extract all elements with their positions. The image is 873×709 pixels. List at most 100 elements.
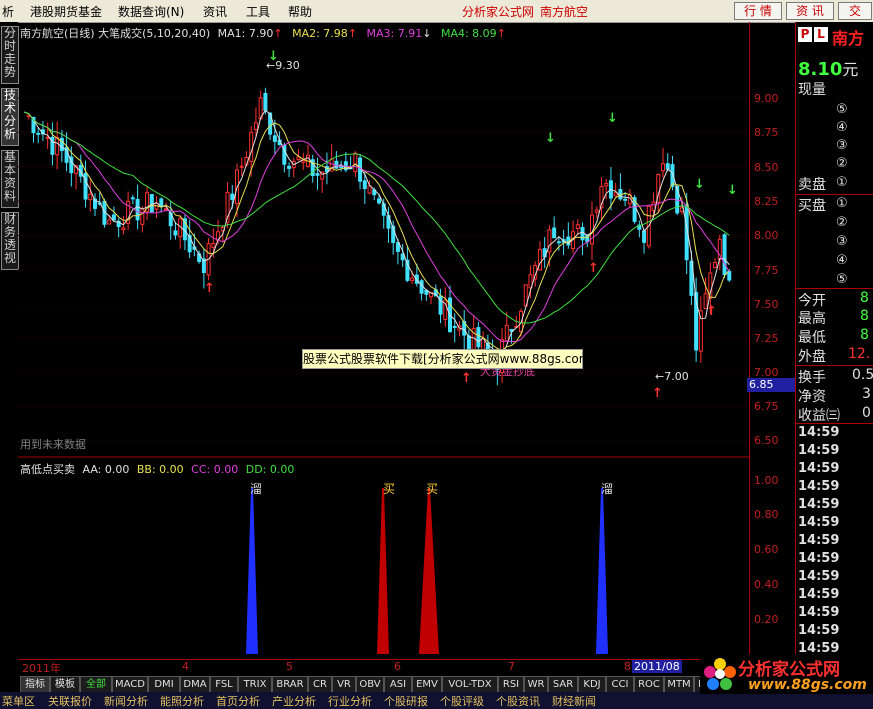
tab-financials[interactable]: 财务透视 [1,212,19,270]
bottom-tab[interactable]: 行业分析 [328,693,372,709]
tab-intraday[interactable]: 分时走势 [1,26,19,84]
tick-time: 14:59 [798,551,840,566]
main-chart-header: 南方航空(日线) 大笔成交(5,10,20,40) MA1: 7.90↑ MA2… [20,25,506,41]
bottom-tab[interactable]: 首页分析 [216,693,260,709]
indicator-button[interactable]: FSL [210,676,238,693]
chart-canvas[interactable]: ↓ ↓ ↓ ↓ ↓ ↑ ↑ ↑ ↑ ↑ [18,22,749,662]
tab-technical[interactable]: 技术分析 [1,88,19,146]
p-badge[interactable]: P [798,27,812,42]
bottom-tab[interactable]: 能照分析 [160,693,204,709]
indicator-button[interactable]: EMV [412,676,442,693]
tick-time: 14:59 [798,479,840,494]
bottom-tab[interactable]: 菜单区 [2,693,35,709]
indicator-button[interactable]: BRAR [272,676,308,693]
candle-body [642,230,647,243]
bottom-tab[interactable]: 个股资讯 [496,693,540,709]
price-tick: 7.25 [754,332,779,345]
sell-label: 卖盘 [798,177,826,193]
menu-item-news[interactable]: 资讯 [203,3,227,20]
ma-line [23,111,730,351]
stat-outer: 外盘 12. [798,346,871,365]
indicator-button[interactable]: VR [332,676,356,693]
candle-body [339,166,344,169]
candle-body [107,219,112,225]
sub-tick: 0.60 [754,543,779,556]
sub-indicator-name: 高低点买卖 [20,463,75,476]
tick-time: 14:59 [798,533,840,548]
indicator-button[interactable]: 指标 [20,676,50,693]
info-button[interactable]: 资 讯 [786,2,834,20]
candle-body [130,197,135,200]
indicator-button[interactable]: MTM [664,676,694,693]
candle-body [173,230,178,236]
indicator-button[interactable]: ROC [634,676,664,693]
candle-body [121,227,126,230]
bottom-tab[interactable]: 财经新闻 [552,693,596,709]
l-badge[interactable]: L [814,27,828,42]
signal-label-sell-2: 溜 [601,482,614,496]
trade-button[interactable]: 交 [838,2,872,20]
tick-time: 14:59 [798,605,840,620]
price-tick: 6.50 [754,434,779,447]
indicator-bar: 指标 模板 全部 MACD DMI DMA FSL TRIX BRAR CR VR OBV ASI EMV… [18,675,742,693]
sell-arrow-icon: ↓ [727,183,738,198]
tab-fundamentals[interactable]: 基本资料 [1,150,19,208]
indicator-button[interactable]: RSI [498,676,524,693]
ma4-value: MA4: 8.09 [440,27,497,40]
indicator-button[interactable]: MACD [112,676,148,693]
now-volume-label: 现量 [798,82,826,98]
chart-area[interactable]: ↓ ↓ ↓ ↓ ↓ ↑ ↑ ↑ ↑ ↑ [18,22,750,662]
buy-level-1: ① [836,196,848,211]
indicator-button[interactable]: 模板 [50,676,80,693]
bottom-tab[interactable]: 个股评级 [440,693,484,709]
indicator-button[interactable]: VOL-TDX [442,676,498,693]
bottom-tab[interactable]: 个股研报 [384,693,428,709]
tick-time: 14:59 [798,623,840,638]
candle-body [135,198,140,221]
stats-divider-2 [796,365,873,366]
candle-body [83,172,88,200]
ma3-down-icon: ↓ [422,27,432,40]
sub-tick: 0.80 [754,508,779,521]
time-axis: 2011年 4 5 6 7 8 2011/08 [18,659,749,675]
sell-level-2: ② [836,156,848,171]
tick-time: 14:59 [798,569,840,584]
menu-item-data-query[interactable]: 数据查询(N) [118,3,184,20]
quotes-button[interactable]: 行 情 [734,2,782,20]
ma2-up-icon: ↑ [347,27,358,40]
bb-value: BB: 0.00 [136,463,184,476]
menu-item-help[interactable]: 帮助 [288,3,312,20]
menu-item-hk-futures[interactable]: 港股期货基金 [30,3,102,20]
signal-spike [419,488,439,654]
site-logo: 分析家公式网 www.88gs.com [700,654,873,694]
indicator-button[interactable]: OBV [356,676,384,693]
last-price: 8.10元 [798,59,859,80]
stat-open: 今开 8 [798,290,869,309]
indicator-button[interactable]: CCI [606,676,634,693]
menu-item-tools[interactable]: 工具 [246,3,270,20]
candle-body [253,122,258,131]
indicator-button[interactable]: SAR [548,676,578,693]
indicator-button[interactable]: DMA [180,676,210,693]
buy-arrow-icon: ↑ [204,281,215,296]
bottom-tab[interactable]: 关联报价 [48,693,92,709]
indicator-button[interactable]: DMI [148,676,180,693]
bottom-tab[interactable]: 产业分析 [272,693,316,709]
sell-level-3: ③ [836,138,848,153]
sell-level-5: ⑤ [836,102,848,117]
menu-item-analysis[interactable]: 析 [2,3,14,20]
indicator-button[interactable]: WR [524,676,548,693]
indicator-button[interactable]: TRIX [238,676,272,693]
indicator-button[interactable]: ASI [384,676,412,693]
candle-body [713,262,718,269]
candle-body [504,324,509,342]
candle-body [272,135,277,142]
candle-body [727,270,732,281]
indicator-button[interactable]: KDJ [578,676,606,693]
indicator-button[interactable]: 全部 [80,676,112,693]
buy-level-2: ② [836,215,848,230]
bottom-tab[interactable]: 新闻分析 [104,693,148,709]
tick-time: 14:59 [798,461,840,476]
candle-body [556,241,561,244]
indicator-button[interactable]: CR [308,676,332,693]
